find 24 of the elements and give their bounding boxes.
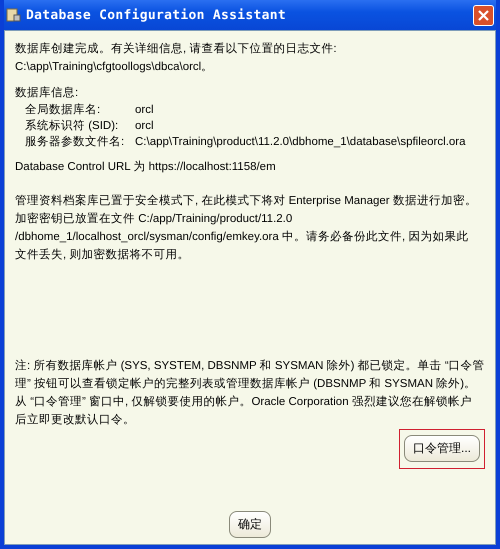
close-button[interactable] [473,4,494,26]
window-title: Database Configuration Assistant [26,8,288,22]
control-url: Database Control URL 为 https://localhost:1158/em [15,160,277,175]
account-note-line: 从 “口令管理” 窗口中, 仅解锁要使用的帐户。Oracle Corporation 强烈建议您在解锁帐户 [15,394,473,410]
database-icon [5,7,21,23]
info-label: 系统标识符 (SID): [25,118,120,134]
ok-button[interactable]: 确定 [229,511,271,538]
password-management-button[interactable]: 口令管理... [404,435,480,462]
account-note-line: 理” 按钮可以查看锁定帐户的完整列表或管理数据库帐户 (DBSNMP 和 SYSMAN 除外)。 [15,376,478,392]
encryption-note-line: /dbhome_1/localhost_orcl/sysman/config/emkey.ora 中。请务必备份此文件, 因为如果此 [15,230,470,245]
encryption-note-line: 加密密钥已放置在文件 C:/app/Training/product/11.2.0 [15,211,294,227]
info-label: 服务器参数文件名: [25,134,126,150]
encryption-note-line: 文件丢失, 则加密数据将不可用。 [15,247,190,263]
section-heading: 数据库信息: [15,85,80,101]
account-note-line: 后立即更改默认口令。 [15,412,136,428]
close-icon [478,10,489,20]
info-value: orcl [135,119,154,134]
account-note-line: 注: 所有数据库帐户 (SYS, SYSTEM, DBSNMP 和 SYSMAN 除外) 都已锁定。单击 “口令管 [15,358,485,374]
info-label: 全局数据库名: [25,102,102,118]
info-value: orcl [135,103,154,118]
log-message-line: 数据库创建完成。有关详细信息, 请查看以下位置的日志文件: [15,41,338,57]
info-value: C:\app\Training\product\11.2.0\dbhome_1\database\spfileorcl.ora [135,135,466,150]
encryption-note-line: 管理资料档案库已置于安全模式下, 在此模式下将对 Enterprise Manager 数据进行加密。 [15,193,478,209]
log-message-line: C:\app\Training\cfgtoollogs\dbca\orcl。 [15,60,214,75]
